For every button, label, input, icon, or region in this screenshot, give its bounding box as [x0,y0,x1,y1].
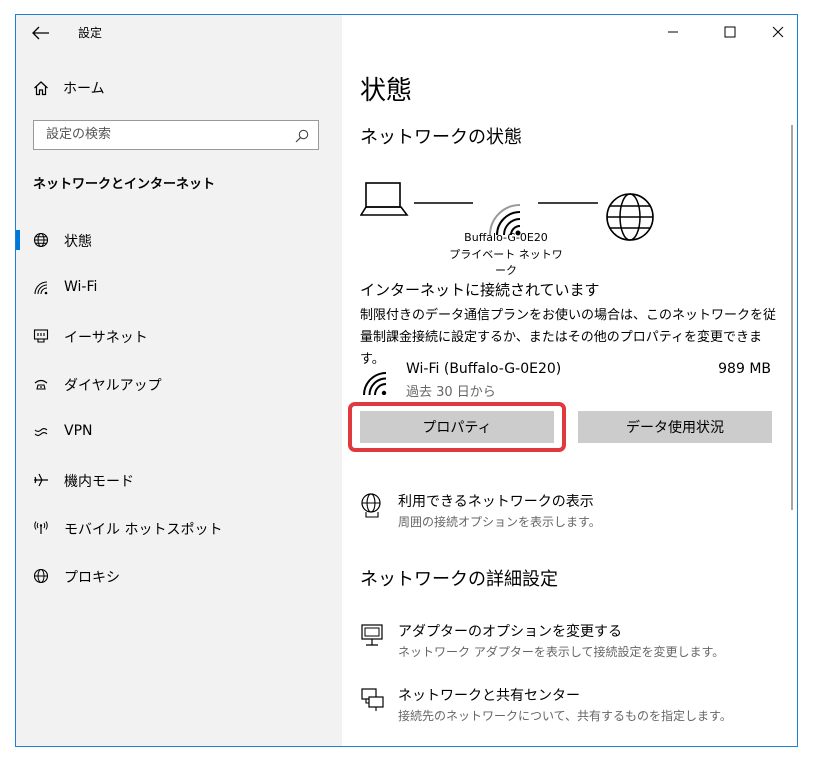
home-icon [34,81,48,96]
network-type: プライベート ネットワーク [449,248,563,277]
show-networks-title: 利用できるネットワークの表示 [398,494,594,510]
ethernet-icon [33,329,49,343]
sharing-center-title: ネットワークと共有センター [398,688,580,704]
adapter-options-link[interactable]: アダプターのオプションを変更する ネットワーク アダプターを表示して接続設定を変… [360,621,780,665]
dialup-icon [34,379,48,390]
window-title: 設定 [78,26,103,40]
search-input[interactable] [44,126,288,143]
sharing-center-subtitle: 接続先のネットワークについて、共有するものを指定します。 [398,709,732,723]
data-usage-button[interactable]: データ使用状況 [578,411,772,443]
sidebar-item-label: イーサネット [64,330,148,346]
sidebar-item-label: VPN [64,423,93,439]
network-status-heading: ネットワークの状態 [360,127,522,148]
status-globe-icon [33,232,49,248]
advanced-settings-heading: ネットワークの詳細設定 [360,569,558,590]
connection-status-text: インターネットに接続されています [360,281,600,299]
sidebar-item-proxy[interactable]: プロキシ [16,556,342,596]
sharing-center-link[interactable]: ネットワークと共有センター 接続先のネットワークについて、共有するものを指定しま… [360,685,780,729]
page-title: 状態 [360,76,413,106]
minimize-icon[interactable] [662,21,684,43]
back-arrow-icon[interactable] [30,23,52,43]
sidebar-item-ethernet[interactable]: イーサネット [16,316,342,356]
proxy-globe-icon [33,568,49,584]
wifi-icon [34,281,48,295]
sidebar-item-vpn[interactable]: VPN [16,412,342,452]
maximize-icon[interactable] [719,21,741,43]
sidebar-item-label: 状態 [64,234,92,250]
sidebar-item-wifi[interactable]: Wi-Fi [16,268,342,308]
close-icon[interactable] [767,21,789,43]
airplane-icon [34,473,48,487]
globe-network-icon [361,493,381,518]
properties-button[interactable]: プロパティ [360,411,554,443]
settings-window: 設定 ホーム ネットワークとインターネット 状態 [15,14,798,747]
sidebar-item-airplane[interactable]: 機内モード [16,460,342,500]
sidebar-item-label: プロキシ [64,570,120,586]
show-networks-subtitle: 周囲の接続オプションを表示します。 [398,515,601,529]
show-networks-link[interactable]: 利用できるネットワークの表示 周囲の接続オプションを表示します。 [360,491,780,535]
sidebar-item-label: Wi-Fi [64,279,98,295]
scrollbar[interactable] [791,125,793,510]
adapter-options-subtitle: ネットワーク アダプターを表示して接続設定を変更します。 [398,645,725,659]
hotspot-icon [34,521,48,534]
wifi-adapter-icon [363,372,387,395]
vpn-icon [34,427,48,437]
search-icon[interactable] [294,128,310,144]
sidebar-item-label: 機内モード [64,474,134,490]
sidebar-item-status[interactable]: 状態 [16,220,342,260]
internet-globe-icon [606,193,654,241]
adapter-options-icon [361,624,383,646]
data-period: 過去 30 日から [406,385,496,400]
sidebar-item-label: モバイル ホットスポット [64,522,223,538]
adapter-options-title: アダプターのオプションを変更する [398,624,622,640]
sidebar-item-label: ダイヤルアップ [64,378,162,394]
sidebar-item-hotspot[interactable]: モバイル ホットスポット [16,508,342,548]
home-link[interactable]: ホーム [33,78,105,98]
section-title: ネットワークとインターネット [33,177,216,192]
sharing-center-icon [361,688,384,711]
home-label: ホーム [63,81,105,97]
sidebar: 設定 ホーム ネットワークとインターネット 状態 [16,15,342,746]
sidebar-item-dialup[interactable]: ダイヤルアップ [16,364,342,404]
adapter-name: Wi-Fi (Buffalo-G-0E20) [406,361,562,377]
settings-search [33,120,319,150]
main-content: 状態 ネットワークの状態 Buffalo-G-0E20 プライベート ネットワー… [342,15,797,746]
laptop-icon [360,182,409,216]
data-used: 989 MB [718,361,771,377]
access-point-name: Buffalo-G-0E20 [464,231,548,244]
